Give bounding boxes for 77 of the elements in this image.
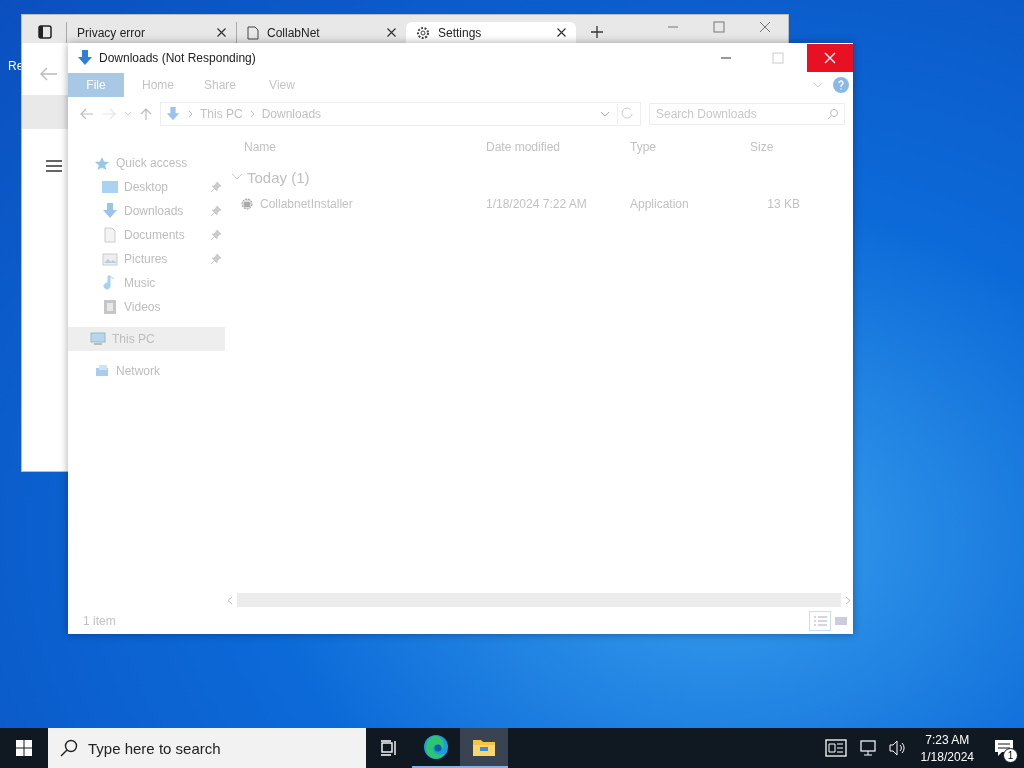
- application-icon: [240, 197, 254, 211]
- download-icon: [165, 107, 181, 121]
- start-icon[interactable]: [16, 740, 32, 756]
- close-button[interactable]: [807, 43, 853, 72]
- close-icon[interactable]: [557, 28, 566, 37]
- chevron-icon[interactable]: [188, 110, 193, 118]
- clock-date[interactable]: 1/18/2024: [920, 749, 974, 764]
- film-icon: [102, 299, 118, 315]
- up-icon[interactable]: [140, 107, 152, 121]
- picture-icon: [102, 251, 118, 267]
- monitor-icon: [90, 332, 106, 346]
- close-icon[interactable]: [217, 28, 226, 37]
- nav-item[interactable]: Videos: [68, 295, 225, 319]
- column-header[interactable]: Size: [750, 140, 800, 154]
- group-header[interactable]: Today (1): [225, 164, 853, 190]
- nav-item[interactable]: Downloads: [68, 199, 225, 223]
- network-icon: [94, 364, 110, 378]
- nav-item[interactable]: Documents: [68, 223, 225, 247]
- taskbar-search-field[interactable]: Type here to search: [48, 728, 366, 768]
- chevron-icon[interactable]: [813, 81, 823, 89]
- new-tab-icon[interactable]: [590, 25, 604, 39]
- tab-actions-icon[interactable]: [38, 25, 52, 39]
- document-icon: [102, 227, 118, 243]
- ribbon-tab[interactable]: Share: [192, 73, 248, 97]
- maximize-icon[interactable]: [713, 21, 725, 33]
- download-icon: [102, 203, 118, 219]
- volume-icon[interactable]: [888, 740, 907, 756]
- file-date: 1/18/2024 7:22 AM: [486, 197, 588, 211]
- nav-item[interactable]: Pictures: [68, 247, 225, 271]
- menu-icon[interactable]: [46, 160, 62, 172]
- download-icon: [77, 49, 93, 66]
- star-icon: [94, 156, 110, 170]
- column-header[interactable]: Name: [225, 140, 486, 154]
- scroll-right-icon[interactable]: [845, 595, 851, 605]
- tiles-view-icon[interactable]: [833, 614, 849, 628]
- page-icon: [247, 25, 259, 40]
- news-icon[interactable]: [824, 739, 847, 757]
- ribbon-tab[interactable]: File: [68, 73, 124, 97]
- ribbon-tab[interactable]: Home: [130, 73, 186, 97]
- ribbon-tab[interactable]: View: [254, 73, 310, 97]
- chevron-icon[interactable]: [231, 172, 243, 182]
- nav-item[interactable]: Music: [68, 271, 225, 295]
- scroll-left-icon[interactable]: [227, 595, 233, 605]
- desktop-icon: [102, 179, 118, 195]
- file-name[interactable]: CollabnetInstaller: [260, 197, 353, 211]
- forward-icon[interactable]: [102, 108, 116, 120]
- dropdown-icon[interactable]: [600, 110, 610, 118]
- network-icon[interactable]: [858, 740, 877, 756]
- recent-locations-icon[interactable]: [124, 111, 132, 117]
- folder-taskbar-button[interactable]: [460, 728, 508, 768]
- column-header[interactable]: Date modified: [486, 140, 630, 154]
- task-view-icon[interactable]: [380, 740, 398, 756]
- browser-tab[interactable]: Settings: [406, 22, 576, 43]
- gear-icon: [416, 25, 430, 40]
- details-view-icon[interactable]: [809, 611, 831, 631]
- clock-time[interactable]: 7:23 AM: [925, 732, 970, 747]
- folder-icon: [472, 737, 496, 757]
- chevron-icon[interactable]: [249, 110, 255, 118]
- status-text: 1 item: [83, 614, 116, 628]
- search-icon[interactable]: [60, 739, 78, 757]
- breadcrumb[interactable]: Downloads: [261, 107, 322, 121]
- file-type: Application: [630, 197, 690, 211]
- notification-badge: 1: [1003, 748, 1018, 763]
- back-icon[interactable]: [80, 108, 94, 120]
- address-bar[interactable]: This PC Downloads: [160, 102, 641, 126]
- nav-item[interactable]: Network: [68, 359, 225, 383]
- sidebar-panel: [22, 95, 68, 129]
- window-title: Downloads (Not Responding): [99, 50, 256, 65]
- nav-item[interactable]: Quick access: [68, 151, 225, 175]
- close-icon[interactable]: [387, 28, 396, 37]
- nav-item[interactable]: Desktop: [68, 175, 225, 199]
- browser-logo-icon: [423, 734, 449, 760]
- file-size: 13 KB: [766, 197, 800, 211]
- help-icon[interactable]: [833, 77, 849, 93]
- breadcrumb[interactable]: This PC: [200, 107, 243, 121]
- column-header[interactable]: Type: [630, 140, 750, 154]
- back-icon[interactable]: [40, 67, 58, 81]
